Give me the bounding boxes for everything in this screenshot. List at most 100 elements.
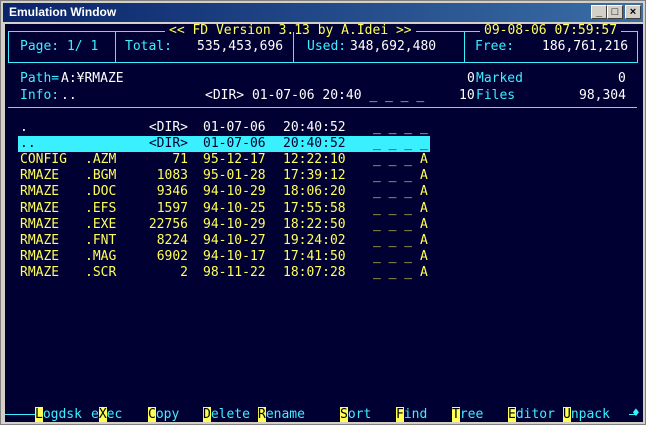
file-attr: _ _ _ A — [373, 216, 428, 232]
file-attr: _ _ _ A — [373, 184, 428, 200]
files-count: 10 — [459, 88, 475, 103]
free-label: Free: — [475, 39, 515, 54]
file-attr: _ _ _ A — [373, 168, 428, 184]
fk-label: elete — [210, 407, 250, 422]
fk-label: ind — [403, 407, 428, 422]
fk-label: opy — [155, 407, 180, 422]
file-row[interactable]: CONFIG .AZM 71 95-12-17 12:22:10 _ _ _ A — [5, 152, 643, 168]
file-time: 12:22:10 — [283, 152, 346, 168]
fk-label: npack — [570, 407, 610, 422]
file-date: 95-01-28 — [203, 168, 266, 184]
file-size: <DIR> — [148, 136, 188, 152]
fk-hotkey: S — [340, 407, 348, 422]
bottom-rule-left — [5, 414, 35, 415]
file-date: 95-12-17 — [203, 152, 266, 168]
file-date: 94-10-17 — [203, 248, 266, 264]
file-size: 6902 — [156, 248, 188, 264]
file-row[interactable]: .. <DIR> 01-07-06 20:40:52 _ _ _ _ — [5, 136, 643, 153]
file-row[interactable]: RMAZE .EXE 22756 94-10-29 18:22:50 _ _ _ A — [5, 217, 643, 233]
function-key[interactable]: Editor — [508, 407, 555, 422]
file-date: 94-10-29 — [203, 216, 266, 232]
fk-label: ort — [347, 407, 372, 422]
file-ext: .SCR — [85, 264, 117, 280]
file-attr: _ _ _ A — [373, 264, 428, 280]
function-key[interactable]: Logdsk — [35, 407, 82, 422]
files-value: 98,304 — [579, 88, 626, 103]
file-row[interactable]: RMAZE .FNT 8224 94-10-27 19:24:02 _ _ _ A — [5, 233, 643, 249]
file-date: 94-10-27 — [203, 232, 266, 248]
program-title: << FD Version 3.13 by A.Idei >> — [165, 24, 416, 39]
file-row[interactable]: RMAZE .MAG 6902 94-10-17 17:41:50 _ _ _ A — [5, 249, 643, 265]
title-bar[interactable]: Emulation Window _ □ × — [3, 3, 643, 22]
function-key[interactable]: Tree — [452, 407, 484, 422]
file-name: RMAZE — [20, 232, 60, 248]
file-date: 98-11-22 — [203, 264, 266, 280]
terminal-screen[interactable]: << FD Version 3.13 by A.Idei >> 09-08-06… — [5, 24, 643, 422]
file-attr: _ _ _ A — [373, 232, 428, 248]
divider — [464, 32, 465, 62]
marked-count: 0 — [467, 71, 475, 86]
fk-hotkey: U — [563, 407, 571, 422]
datetime: 09-08-06 07:59:57 — [480, 24, 622, 39]
file-name: RMAZE — [20, 184, 60, 200]
fk-hotkey: E — [508, 407, 516, 422]
file-size: 1597 — [156, 200, 188, 216]
function-key[interactable]: eXec — [91, 407, 123, 422]
file-attr: _ _ _ A — [373, 200, 428, 216]
file-name: .. — [20, 136, 36, 152]
function-key[interactable]: Sort — [340, 407, 372, 422]
file-attr: _ _ _ A — [373, 248, 428, 264]
info-label: Info: — [20, 88, 60, 103]
file-row[interactable]: RMAZE .BGM 1083 95-01-28 17:39:12 _ _ _ A — [5, 168, 643, 184]
free-value: 186,761,216 — [542, 39, 629, 54]
fk-hotkey: D — [203, 407, 211, 422]
path-value: A:¥RMAZE — [61, 71, 124, 86]
window-title: Emulation Window — [9, 5, 117, 19]
file-size: 8224 — [156, 232, 188, 248]
fk-label: ename — [265, 407, 305, 422]
file-size: 2 — [180, 264, 188, 280]
fk-hotkey: R — [258, 407, 266, 422]
file-time: 17:55:58 — [283, 200, 346, 216]
fk-label: ec — [106, 407, 123, 422]
fk-prefix: e — [91, 407, 99, 422]
file-ext: .EFS — [85, 200, 117, 216]
file-ext: .FNT — [85, 232, 117, 248]
file-attr: _ _ _ _ — [373, 120, 428, 135]
file-ext: .BGM — [85, 168, 117, 184]
file-attr: _ _ _ A — [373, 152, 428, 168]
info-detail: <DIR> 01-07-06 20:40 _ _ _ _ — [205, 88, 425, 103]
file-ext: .EXE — [85, 216, 117, 232]
function-key[interactable]: Delete — [203, 407, 250, 422]
minimize-button[interactable]: _ — [591, 5, 607, 19]
file-time: 18:22:50 — [283, 216, 346, 232]
file-row[interactable]: RMAZE .SCR 2 98-11-22 18:07:28 _ _ _ A — [5, 265, 643, 281]
marked-label: Marked — [476, 71, 523, 86]
path-label: Path= — [20, 71, 60, 86]
file-row[interactable]: . <DIR> 01-07-06 20:40:52 _ _ _ _ — [5, 120, 643, 136]
fk-label: ditor — [515, 407, 555, 422]
function-key[interactable]: Rename — [258, 407, 305, 422]
file-size: 1083 — [156, 168, 188, 184]
file-ext: .MAG — [85, 248, 117, 264]
file-name: RMAZE — [20, 248, 60, 264]
file-date: 94-10-25 — [203, 200, 266, 216]
total-label: Total: — [125, 39, 172, 54]
close-button[interactable]: × — [625, 5, 641, 19]
file-name: RMAZE — [20, 200, 60, 216]
divider — [293, 32, 294, 62]
file-size: 22756 — [148, 216, 188, 232]
marked-value: 0 — [618, 71, 626, 86]
file-row[interactable]: RMAZE .EFS 1597 94-10-25 17:55:58 _ _ _ A — [5, 201, 643, 217]
file-name: CONFIG — [20, 152, 67, 168]
file-row[interactable]: RMAZE .DOC 9346 94-10-29 18:06:20 _ _ _ A — [5, 184, 643, 200]
function-key[interactable]: Find — [396, 407, 428, 422]
function-key[interactable]: Unpack — [563, 407, 610, 422]
scroll-indicator-icon: ♦ — [632, 406, 640, 421]
used-label: Used: — [307, 39, 347, 54]
file-size: <DIR> — [148, 120, 188, 135]
file-time: 20:40:52 — [283, 120, 346, 135]
function-key[interactable]: Copy — [148, 407, 180, 422]
maximize-button[interactable]: □ — [607, 5, 623, 19]
info-separator — [8, 107, 637, 108]
